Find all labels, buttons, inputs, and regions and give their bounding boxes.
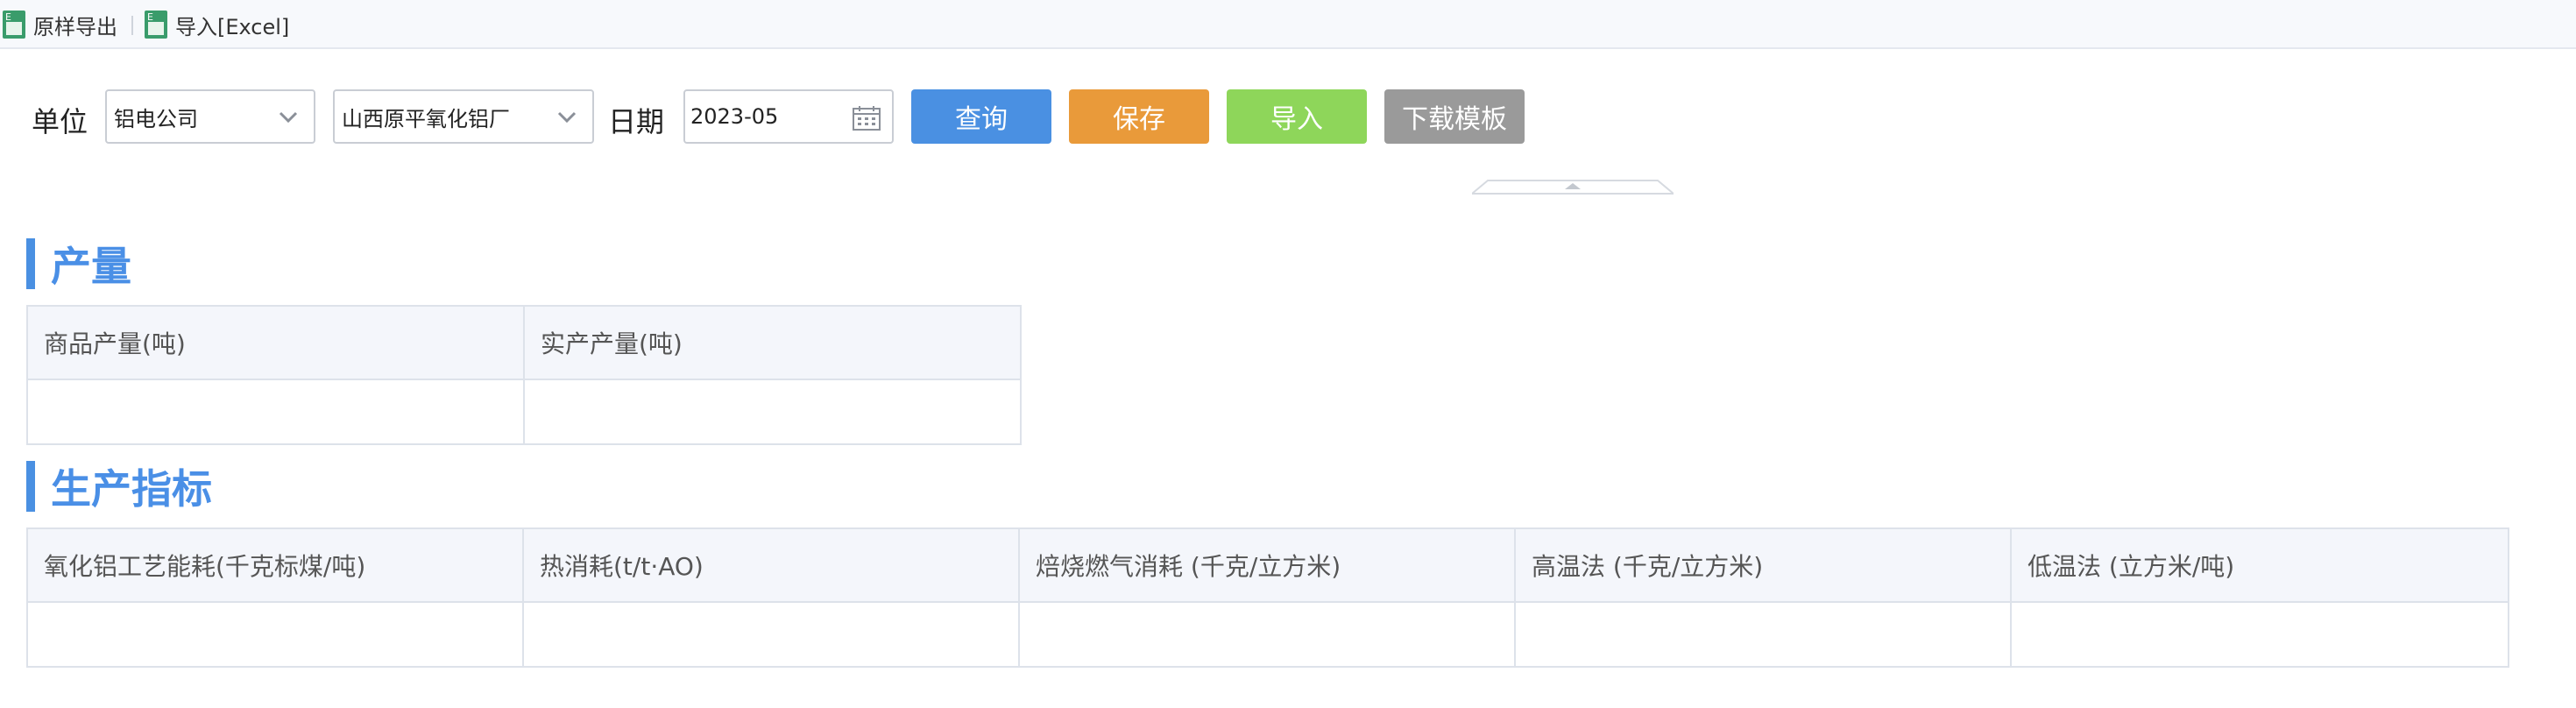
table-cell-input[interactable] bbox=[26, 601, 524, 668]
import-excel-button[interactable]: E 导入[Excel] bbox=[144, 9, 289, 40]
download-template-button[interactable]: 下载模板 bbox=[1384, 89, 1525, 144]
unit-label: 单位 bbox=[32, 105, 88, 138]
chevron-down-icon bbox=[279, 107, 298, 126]
import-button[interactable]: 导入 bbox=[1227, 89, 1367, 144]
chevron-up-icon bbox=[1565, 183, 1581, 189]
import-excel-label: 导入[Excel] bbox=[175, 14, 290, 39]
chevron-down-icon bbox=[557, 107, 577, 126]
factory-select[interactable]: 山西原平氧化铝厂 bbox=[333, 89, 594, 144]
column-header: 氧化铝工艺能耗(千克标煤/吨) bbox=[26, 527, 524, 603]
svg-text:E: E bbox=[5, 11, 11, 23]
indicators-table: 氧化铝工艺能耗(千克标煤/吨) 热消耗(t/t·AO) 焙烧燃气消耗 (千克/立… bbox=[26, 527, 2509, 668]
unit-select-value: 铝电公司 bbox=[114, 106, 198, 131]
export-label: 原样导出 bbox=[33, 14, 117, 39]
column-header: 焙烧燃气消耗 (千克/立方米) bbox=[1018, 527, 1516, 603]
table-cell-input[interactable] bbox=[522, 601, 1020, 668]
production-section-title: 产量 bbox=[26, 238, 131, 290]
excel-icon: E bbox=[2, 10, 28, 39]
table-cell-input[interactable] bbox=[1018, 601, 1516, 668]
production-table: 商品产量(吨) 实产产量(吨) bbox=[26, 305, 1022, 445]
table-row bbox=[26, 601, 2509, 668]
table-header-row: 氧化铝工艺能耗(千克标煤/吨) 热消耗(t/t·AO) 焙烧燃气消耗 (千克/立… bbox=[26, 527, 2509, 603]
svg-text:E: E bbox=[147, 11, 153, 23]
date-input-value: 2023-05 bbox=[690, 104, 779, 129]
table-cell-input[interactable] bbox=[2010, 601, 2509, 668]
section-accent-bar bbox=[26, 238, 35, 289]
toolbar: E 原样导出 E 导入[Excel] bbox=[0, 0, 2576, 49]
indicators-section-title: 生产指标 bbox=[26, 461, 212, 513]
production-title: 产量 bbox=[51, 243, 131, 290]
export-as-is-button[interactable]: E 原样导出 bbox=[2, 9, 117, 40]
calendar-icon[interactable] bbox=[852, 105, 881, 131]
column-header: 实产产量(吨) bbox=[523, 305, 1022, 380]
section-accent-bar bbox=[26, 461, 35, 512]
column-header: 低温法 (立方米/吨) bbox=[2010, 527, 2509, 603]
column-header: 高温法 (千克/立方米) bbox=[1514, 527, 2012, 603]
query-button[interactable]: 查询 bbox=[911, 89, 1051, 144]
table-cell-input[interactable] bbox=[523, 379, 1022, 445]
table-cell-input[interactable] bbox=[1514, 601, 2012, 668]
toolbar-divider bbox=[131, 16, 133, 35]
table-row bbox=[26, 379, 1022, 445]
date-input[interactable]: 2023-05 bbox=[683, 89, 894, 144]
excel-icon: E bbox=[144, 10, 170, 39]
save-button[interactable]: 保存 bbox=[1069, 89, 1209, 144]
indicators-title: 生产指标 bbox=[51, 465, 212, 513]
unit-select[interactable]: 铝电公司 bbox=[105, 89, 315, 144]
table-header-row: 商品产量(吨) 实产产量(吨) bbox=[26, 305, 1022, 380]
column-header: 商品产量(吨) bbox=[26, 305, 525, 380]
factory-select-value: 山西原平氧化铝厂 bbox=[342, 106, 510, 131]
table-cell-input[interactable] bbox=[26, 379, 525, 445]
collapse-toggle[interactable] bbox=[1471, 179, 1674, 195]
column-header: 热消耗(t/t·AO) bbox=[522, 527, 1020, 603]
date-label: 日期 bbox=[608, 105, 665, 138]
